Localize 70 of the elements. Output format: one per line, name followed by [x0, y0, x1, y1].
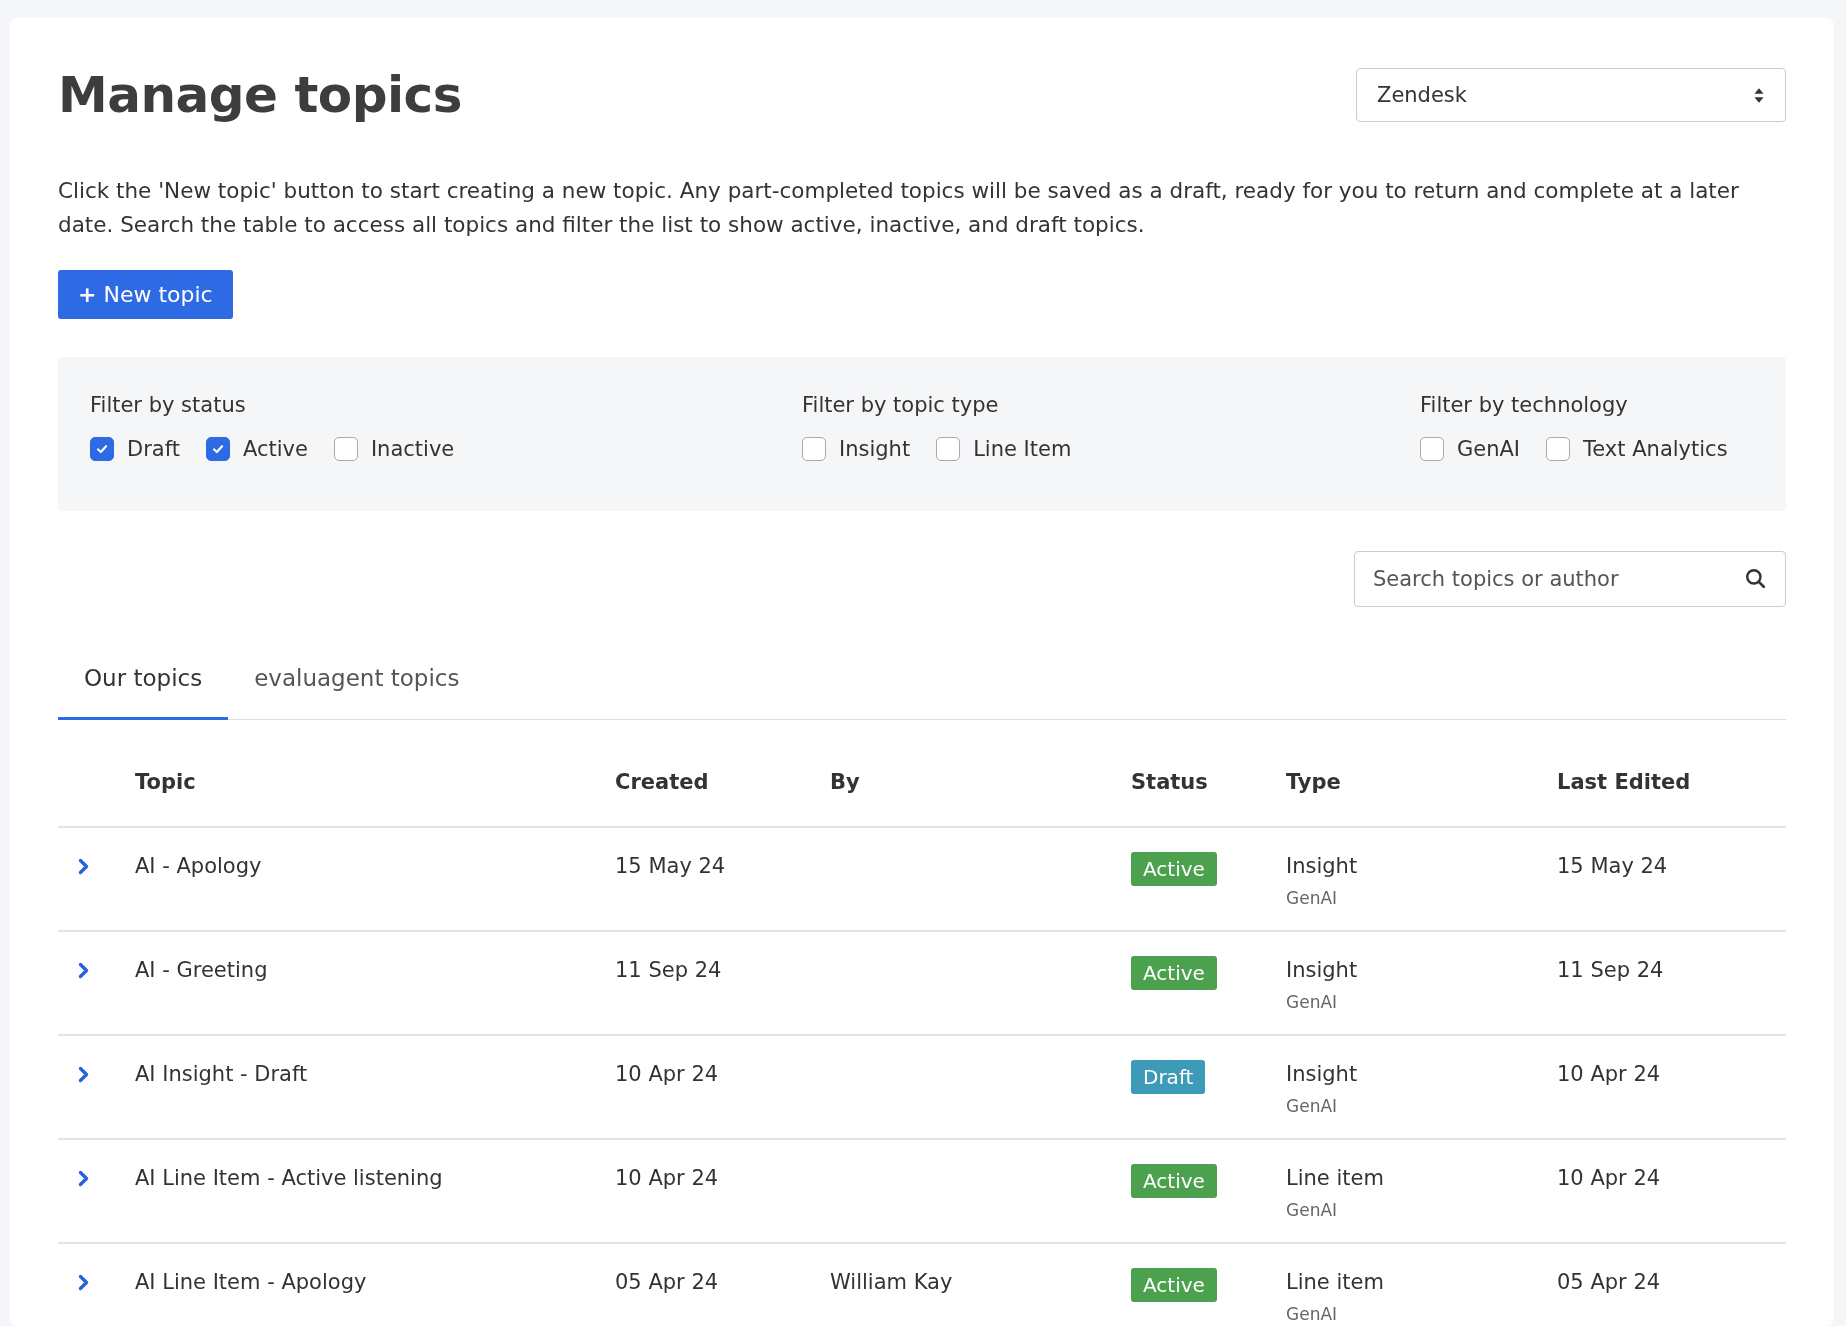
- table-cell: 11 Sep 24: [1557, 958, 1664, 982]
- table-cell: Line item: [1286, 1270, 1384, 1294]
- checkbox[interactable]: [205, 437, 230, 461]
- status-badge: Active: [1131, 1164, 1217, 1198]
- checkbox-label[interactable]: GenAI: [1457, 437, 1521, 461]
- table-cell: AI Insight - Draft: [135, 1062, 308, 1086]
- description-text: Click the 'New topic' button to start creating a new topic. Any part-completed topics will be saved as a draft, ready for you to return and complete at a later date. Search the table to access all topics and filter the list to show active, inactive, and draft topics.: [58, 177, 1740, 239]
- search-icon[interactable]: [1745, 568, 1766, 589]
- table-cell: 10 Apr 24: [1557, 1166, 1661, 1190]
- table-cell: Insight: [1286, 1062, 1358, 1086]
- checkbox-label[interactable]: Active: [242, 437, 308, 461]
- table-cell: William Kay: [830, 1270, 953, 1294]
- check-icon: [95, 442, 109, 456]
- technology-label: GenAI: [1286, 1200, 1338, 1220]
- column-header: Status: [1131, 770, 1209, 796]
- checkbox-label[interactable]: Insight: [839, 437, 911, 461]
- filter-heading: Filter by technology: [1420, 393, 1629, 417]
- table-cell: 05 Apr 24: [615, 1270, 719, 1294]
- checkbox-label[interactable]: Draft: [127, 437, 180, 461]
- table-cell: Insight: [1286, 958, 1358, 982]
- status-badge: Active: [1131, 1268, 1217, 1302]
- checkbox-label[interactable]: Text Analytics: [1583, 437, 1728, 461]
- check-icon: [210, 442, 225, 456]
- checkbox[interactable]: [936, 437, 961, 461]
- checkbox[interactable]: [90, 437, 114, 461]
- table-cell: 05 Apr 24: [1557, 1270, 1661, 1294]
- status-badge: Active: [1131, 852, 1217, 886]
- checkbox[interactable]: [1420, 437, 1444, 461]
- expand-chevron-icon[interactable]: [78, 858, 89, 875]
- column-header: Created: [615, 770, 710, 796]
- table-cell: 10 Apr 24: [1557, 1062, 1661, 1086]
- table-cell: 10 Apr 24: [615, 1062, 719, 1086]
- column-header: Last Edited: [1557, 770, 1692, 796]
- table-cell: 10 Apr 24: [615, 1166, 719, 1190]
- filter-heading: Filter by topic type: [802, 393, 1000, 417]
- technology-label: GenAI: [1286, 1304, 1338, 1324]
- column-header: By: [830, 770, 861, 796]
- checkbox-label[interactable]: Line Item: [973, 437, 1072, 461]
- checkbox-label[interactable]: Inactive: [370, 437, 455, 461]
- technology-label: GenAI: [1286, 1096, 1338, 1116]
- table-cell: Line item: [1286, 1166, 1384, 1190]
- table-cell: AI Line Item - Apology: [135, 1270, 367, 1294]
- technology-label: GenAI: [1286, 888, 1338, 908]
- table-cell: AI Line Item - Active listening: [135, 1166, 443, 1190]
- search-field[interactable]: Search topics or author: [1354, 551, 1786, 607]
- table-cell: 15 May 24: [1557, 854, 1668, 878]
- table-cell: AI - Greeting: [135, 958, 268, 982]
- checkbox[interactable]: [1546, 437, 1571, 461]
- expand-chevron-icon[interactable]: [78, 962, 89, 979]
- checkbox[interactable]: [333, 437, 358, 461]
- expand-chevron-icon[interactable]: [78, 1170, 89, 1187]
- status-badge: Active: [1131, 956, 1217, 990]
- table-cell: AI - Apology: [135, 854, 262, 878]
- column-header: Topic: [135, 770, 197, 796]
- sort-arrows-icon: [1753, 86, 1765, 104]
- new-topic-button[interactable]: + New topic: [58, 270, 233, 319]
- table-cell: 15 May 24: [615, 854, 726, 878]
- source-select[interactable]: Zendesk: [1356, 68, 1786, 122]
- technology-label: GenAI: [1286, 992, 1338, 1012]
- tab[interactable]: evaluagent topics: [228, 629, 486, 720]
- filter-heading: Filter by status: [90, 393, 247, 417]
- table-cell: Insight: [1286, 854, 1358, 878]
- page-title: Manage topics: [58, 66, 463, 124]
- expand-chevron-icon[interactable]: [78, 1066, 89, 1083]
- column-header: Type: [1286, 770, 1342, 796]
- status-badge: Draft: [1131, 1060, 1206, 1094]
- expand-chevron-icon[interactable]: [78, 1274, 89, 1291]
- tab[interactable]: Our topics: [58, 629, 229, 720]
- table-cell: 11 Sep 24: [615, 958, 722, 982]
- checkbox[interactable]: [802, 437, 826, 461]
